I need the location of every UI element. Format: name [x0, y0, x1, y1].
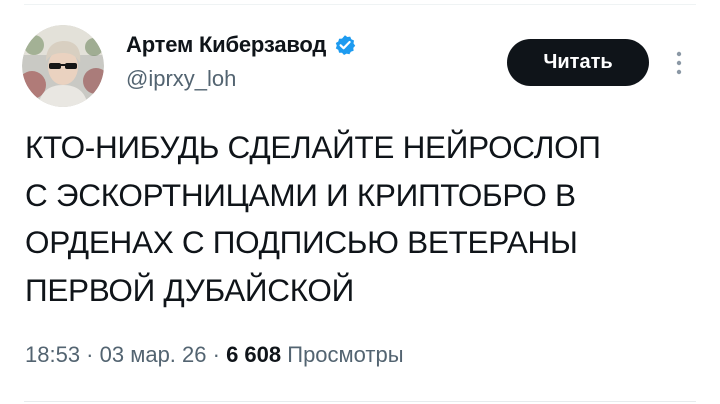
- more-vertical-icon[interactable]: [670, 48, 688, 78]
- author-display-name[interactable]: Артем Киберзавод: [126, 32, 326, 58]
- tweet-date[interactable]: 03 мар. 26: [100, 342, 207, 367]
- tweet-text-line: С ЭСКОРТНИЦАМИ И КРИПТОБРО В: [25, 176, 576, 213]
- divider-top: [24, 4, 696, 5]
- follow-button[interactable]: Читать: [507, 39, 649, 86]
- tweet-text-line: ОРДЕНАХ С ПОДПИСЬЮ ВЕТЕРАНЫ: [25, 224, 578, 260]
- meta-separator: ·: [206, 342, 227, 367]
- views-count: 6 608: [226, 342, 282, 367]
- views-label: Просмотры: [287, 342, 404, 367]
- tweet-time[interactable]: 18:53: [25, 342, 80, 367]
- tweet-text-line: КТО-НИБУДЬ СДЕЛАЙТЕ НЕЙРОСЛОП: [25, 129, 601, 165]
- divider-bottom: [24, 401, 696, 402]
- tweet-text: КТО-НИБУДЬ СДЕЛАЙТЕ НЕЙРОСЛОП С ЭСКОРТНИ…: [25, 124, 705, 314]
- verified-badge-icon: [334, 34, 356, 56]
- tweet-detail: Артем Киберзавод @iprxy_loh Читать КТО-Н…: [0, 0, 720, 404]
- avatar[interactable]: [22, 25, 104, 107]
- author-handle[interactable]: @iprxy_loh: [126, 66, 236, 92]
- meta-separator: ·: [80, 342, 100, 367]
- tweet-meta: 18:53 · 03 мар. 26 · 6 608 Просмотры: [25, 342, 404, 368]
- author-name-row: Артем Киберзавод: [126, 32, 356, 58]
- tweet-text-line: ПЕРВОЙ ДУБАЙСКОЙ: [25, 271, 354, 308]
